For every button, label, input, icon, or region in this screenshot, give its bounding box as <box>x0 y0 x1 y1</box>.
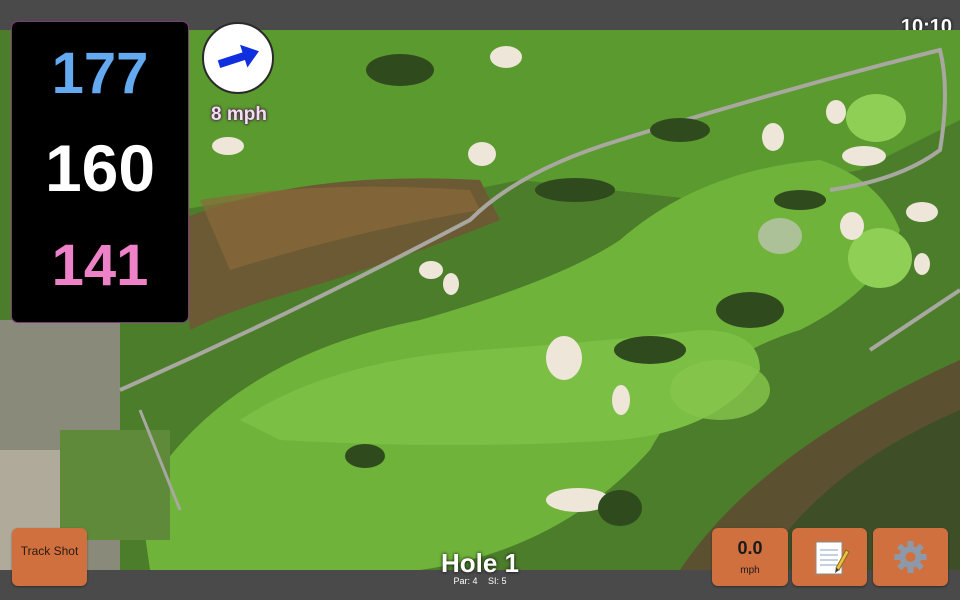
notes-button[interactable] <box>792 528 867 586</box>
gear-icon <box>894 541 927 573</box>
notepad-icon <box>815 541 850 575</box>
wind-speed-label: 8 mph <box>211 104 267 125</box>
wind-indicator <box>202 22 274 94</box>
front-distance: 141 <box>51 233 149 298</box>
speed-unit: mph <box>740 565 760 576</box>
back-distance: 177 <box>51 41 149 106</box>
wind-direction-arrow-icon <box>217 44 259 68</box>
settings-button[interactable] <box>873 528 948 586</box>
hole-info: Par: 4 SI: 5 <box>380 576 580 586</box>
middle-distance: 160 <box>44 131 156 205</box>
track-shot-button[interactable]: Track Shot <box>12 528 87 586</box>
par-label: Par: 4 <box>453 576 478 586</box>
stroke-index-label: SI: 5 <box>488 576 507 586</box>
track-shot-label: Track Shot <box>20 544 79 558</box>
distance-panel: 177 160 141 <box>12 22 188 322</box>
speed-value: 0.0 <box>737 538 763 558</box>
hole-title: Hole 1 <box>440 548 520 578</box>
speed-button[interactable]: 0.0 mph <box>712 528 788 586</box>
